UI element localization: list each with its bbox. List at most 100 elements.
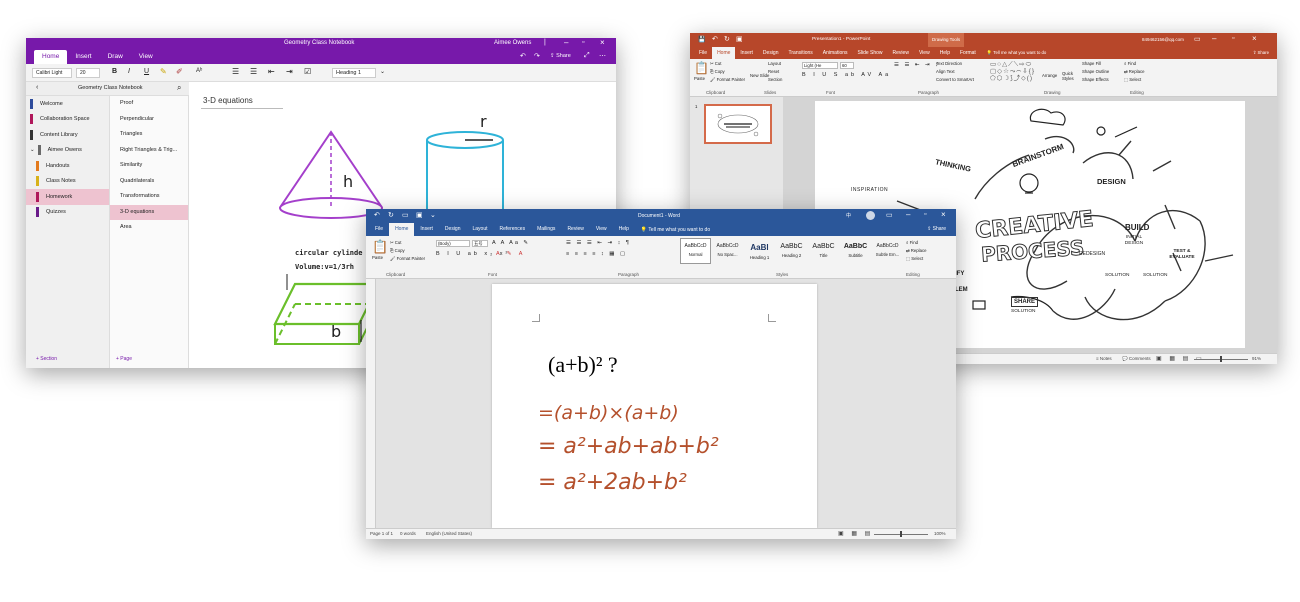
tab-help[interactable]: Help	[935, 47, 955, 59]
copy-button[interactable]: ⎘ Copy	[390, 248, 405, 253]
find-button[interactable]: ⌕ Find	[906, 240, 918, 245]
minimize-icon[interactable]: –	[906, 210, 910, 219]
share-button[interactable]: ⇪ Share	[550, 53, 571, 59]
section-item[interactable]: Welcome	[26, 96, 109, 112]
section-item[interactable]: Collaboration Space	[26, 112, 109, 128]
font-size-icons[interactable]: A A Aa ✎	[492, 240, 530, 246]
todo-tag-icon[interactable]: ☑	[304, 67, 311, 76]
tab-format[interactable]: Format	[955, 47, 981, 59]
tab-draw[interactable]: Draw	[100, 50, 131, 64]
style-option[interactable]: AaBbCcD No Spac...	[712, 238, 743, 264]
ribbon-options-icon[interactable]: ▭	[886, 211, 893, 219]
paste-button[interactable]: Paste	[694, 76, 705, 81]
italic-icon[interactable]: I	[128, 68, 130, 75]
font-name-box[interactable]: Light (He	[802, 62, 838, 69]
tab-view[interactable]: View	[914, 47, 935, 59]
paste-icon[interactable]: 📋	[694, 61, 709, 75]
alignment-icons[interactable]: ≡ ≡ ≡ ≡ ↕ ▦ ▢	[566, 251, 627, 257]
font-color-icon[interactable]: Aᵇ	[196, 68, 202, 74]
tab-view[interactable]: View	[131, 50, 161, 64]
format-painter-button[interactable]: 🖌 Format Painter	[390, 256, 425, 262]
ime-icon[interactable]: 中	[846, 212, 851, 219]
share-button[interactable]: ⇪ Share	[1253, 50, 1269, 56]
touch-mode-icon[interactable]: ▭	[402, 211, 409, 219]
save-icon[interactable]: ▣	[416, 211, 423, 219]
tab-slide-show[interactable]: Slide Show	[853, 47, 888, 59]
close-icon[interactable]: ×	[1252, 34, 1257, 43]
shapes-gallery[interactable]: ▭○△⟋⟍⇨⬭ ▢◇☆⤳⌒⇩{} ⬠⬡☽⟆⤴⬦()	[990, 61, 1035, 82]
section-item[interactable]: Content Library	[26, 127, 109, 143]
tab-review[interactable]: Review	[888, 47, 914, 59]
language-status[interactable]: English (United States)	[426, 531, 472, 536]
font-size-box[interactable]: 20	[76, 68, 100, 78]
copy-button[interactable]: ⎘ Copy	[710, 69, 725, 74]
font-color-icons[interactable]: A ✎ A	[496, 251, 525, 257]
page-item[interactable]: Area	[110, 220, 188, 236]
search-icon[interactable]: ⌕	[177, 83, 181, 93]
paste-icon[interactable]: 📋	[372, 239, 388, 255]
indent-icon[interactable]: ⇥	[286, 67, 293, 76]
underline-icon[interactable]: U	[144, 68, 149, 75]
redo-icon[interactable]: ↻	[724, 35, 730, 43]
page-item[interactable]: Triangles	[110, 127, 188, 143]
cut-button[interactable]: ✂ Cut	[390, 240, 401, 246]
back-icon[interactable]: ‹	[36, 84, 38, 91]
undo-icon[interactable]: ↶	[374, 211, 380, 219]
paragraph-icons[interactable]: ☰ ☰ ⇤ ⇥ ↕	[894, 62, 940, 68]
more-icon[interactable]: ⋯	[599, 52, 606, 60]
align-text-button[interactable]: Align Text	[936, 69, 955, 74]
chevron-down-icon[interactable]: ⌄	[380, 68, 385, 75]
font-name-box[interactable]: Calibri Light	[32, 68, 72, 78]
bold-icon[interactable]: B	[112, 68, 117, 75]
tab-insert[interactable]: Insert	[735, 47, 758, 59]
tab-insert[interactable]: Insert	[414, 223, 439, 236]
tab-review[interactable]: Review	[561, 223, 589, 236]
avatar[interactable]	[866, 211, 875, 220]
font-size-box[interactable]: 60	[840, 62, 854, 69]
minimize-icon[interactable]: –	[1212, 34, 1216, 43]
section-item[interactable]: ⌄ Aimee Owens	[26, 143, 109, 159]
outdent-icon[interactable]: ⇤	[268, 67, 275, 76]
account-name[interactable]: 849462156@qq.com	[1142, 37, 1184, 42]
section-item[interactable]: Class Notes	[26, 174, 109, 190]
bullets-icon[interactable]: ☰	[232, 67, 239, 76]
tab-home[interactable]: Home	[389, 223, 415, 236]
shape-fill-button[interactable]: Shape Fill	[1082, 61, 1101, 66]
notes-button[interactable]: ≡ Notes	[1096, 356, 1112, 361]
document-page[interactable]: (a+b)² ? =(a+b)×(a+b) = a²+ab+ab+b² = a²…	[492, 284, 817, 528]
comments-button[interactable]: 💬 Comments	[1122, 356, 1151, 362]
slide-thumbnail[interactable]	[704, 104, 772, 144]
restore-icon[interactable]: ▫	[582, 39, 584, 46]
style-option[interactable]: AaBbC Heading 2	[776, 238, 807, 264]
layout-button[interactable]: Layout	[768, 61, 781, 66]
redo-icon[interactable]: ↷	[534, 52, 540, 60]
style-option[interactable]: AaBbCcD Normal	[680, 238, 711, 264]
replace-button[interactable]: ⇄ Replace	[906, 248, 927, 254]
page-item[interactable]: Proof	[110, 96, 188, 112]
page-item[interactable]: Right Triangles & Trig...	[110, 143, 188, 159]
select-button[interactable]: ⬚ Select	[1124, 77, 1141, 83]
page-item[interactable]: Quadrilaterals	[110, 174, 188, 190]
tab-animations[interactable]: Animations	[818, 47, 853, 59]
smartart-button[interactable]: Convert to SmartArt	[936, 77, 974, 82]
replace-button[interactable]: ⇄ Replace	[1124, 69, 1145, 75]
add-page-button[interactable]: + Page	[116, 356, 132, 362]
share-button[interactable]: ⇪ Share	[927, 226, 946, 232]
style-option[interactable]: AaBl Heading 1	[744, 238, 775, 264]
section-item[interactable]: Handouts	[26, 158, 109, 174]
word-count[interactable]: 0 words	[400, 531, 416, 536]
quick-styles-button[interactable]: Quick Styles	[1062, 71, 1078, 81]
page-item[interactable]: Perpendicular	[110, 112, 188, 128]
font-format-icons[interactable]: B I U S ab AV Aa	[802, 72, 891, 78]
clear-format-icon[interactable]: ✐	[176, 67, 183, 76]
style-box[interactable]: Heading 1	[332, 68, 376, 78]
minimize-icon[interactable]: –	[564, 38, 568, 47]
page-count[interactable]: Page 1 of 1	[370, 531, 393, 536]
cut-button[interactable]: ✂ Cut	[710, 61, 721, 67]
reset-button[interactable]: Reset	[768, 69, 779, 74]
list-icons[interactable]: ☰ ☰ ☰ ⇤ ⇥ ↕ ¶	[566, 240, 631, 246]
undo-icon[interactable]: ↶	[712, 35, 718, 43]
tell-me-box[interactable]: 💡 Tell me what you want to do	[641, 227, 710, 233]
tell-me-box[interactable]: 💡 Tell me what you want to do	[987, 50, 1047, 56]
redo-icon[interactable]: ↻	[388, 211, 394, 219]
